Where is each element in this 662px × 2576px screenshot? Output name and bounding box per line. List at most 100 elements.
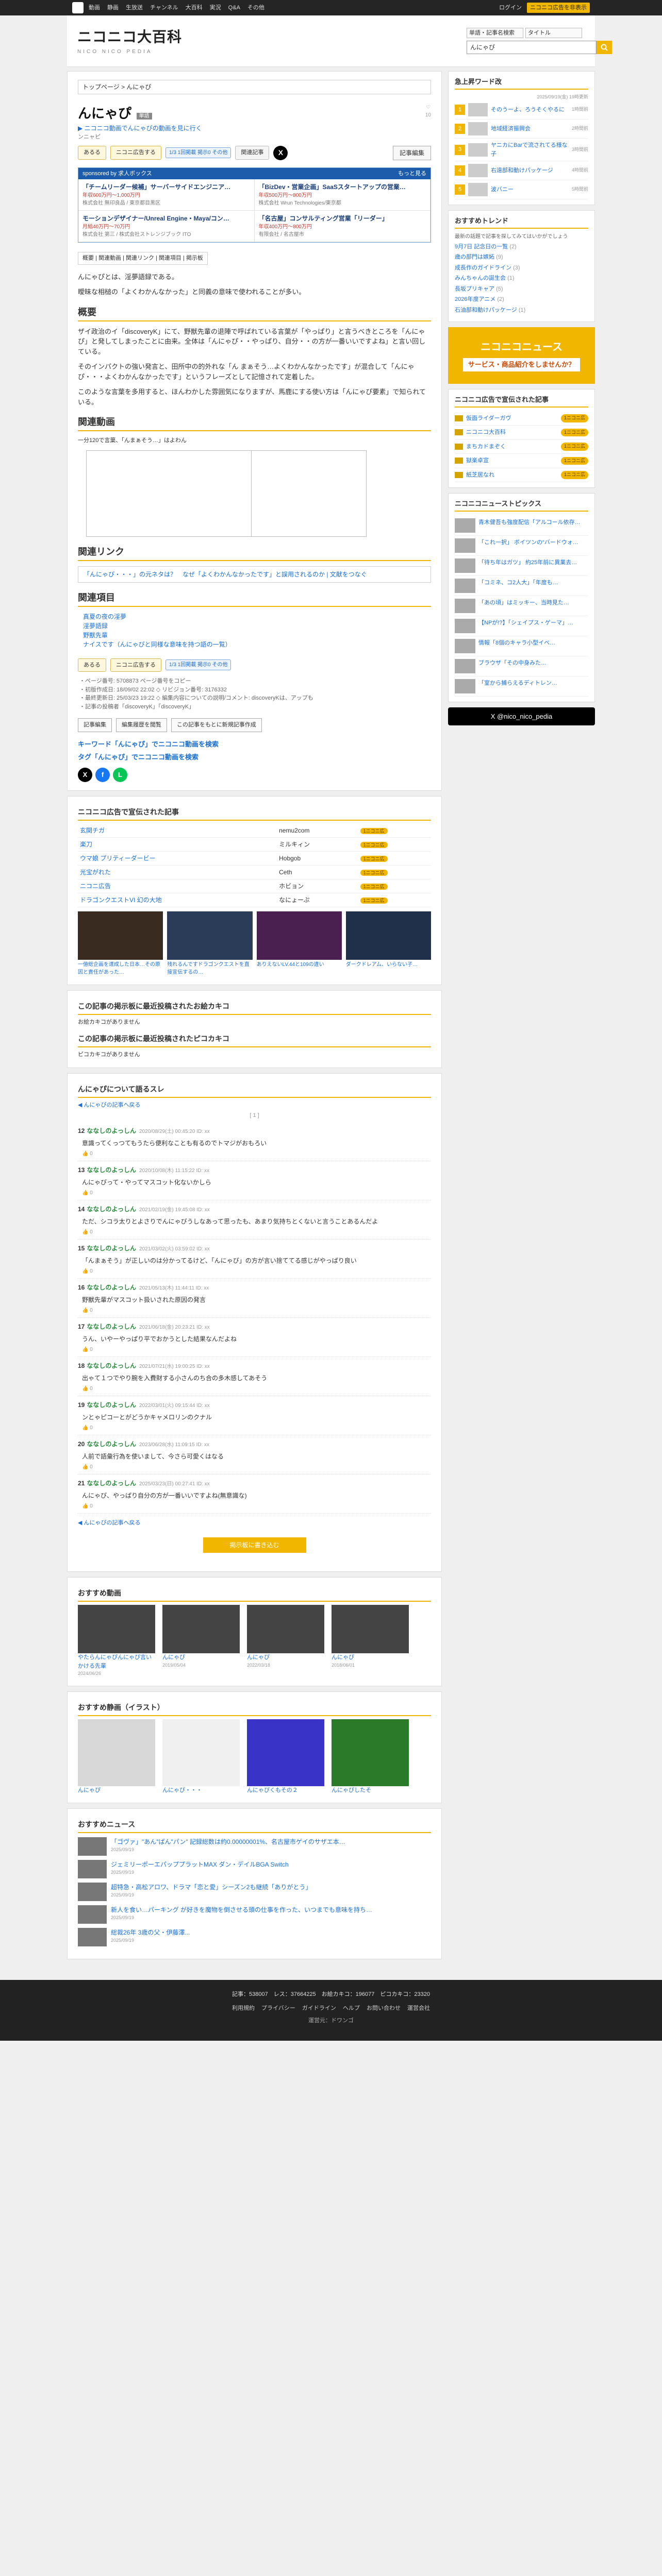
news-item[interactable]: 超特急・高松アロワ、ドラマ「恋と愛」シーズン2も継続「ありがとう」 2025/09… <box>78 1883 431 1901</box>
advertised-thumbnail[interactable]: 残れるんですドラゴンクエストを直接宣伝するの… <box>167 911 253 976</box>
news-item[interactable]: 新人を食い…パーキング が好きを魔物を倒させる頭の仕事を作った、いつまでも意味を… <box>78 1905 431 1924</box>
table-row[interactable]: 楽刀 ミルキィン 1ニコニ広 <box>78 837 431 852</box>
post-number[interactable]: 16 <box>78 1284 85 1291</box>
x-follow-button[interactable]: X @nico_nico_pedia <box>448 707 595 725</box>
search-button[interactable] <box>597 41 612 55</box>
nav-item-other[interactable]: その他 <box>247 4 264 12</box>
adv-article-name[interactable]: 玄関チガ <box>78 823 277 838</box>
table-row[interactable]: ウマ娘 プリティーダービー Hobgob 1ニコニ広 <box>78 851 431 866</box>
job-ad-item[interactable]: 「名古屋」コンサルティング営業「リーダー」 年収400万円～800万円 有限会社 /… <box>254 211 431 242</box>
adv-article-name[interactable]: 光宝がれた <box>78 865 277 879</box>
post-vote[interactable]: 👍 0 <box>82 1502 431 1510</box>
view-history-button[interactable]: 編集履歴を閲覧 <box>116 718 167 732</box>
side-advertised-item[interactable]: 獄楽卓宣 1ニコニ広 <box>455 454 588 468</box>
like-counter[interactable]: ♡ 10 <box>425 104 431 119</box>
job-ad-more-link[interactable]: もっと見る <box>398 170 426 178</box>
job-ad-item[interactable]: モーションデザイナー/Unreal Engine・Maya/コン… 月給40万円～… <box>78 211 255 242</box>
bbs-pager[interactable]: [ 1 ] <box>78 1111 431 1120</box>
search-type-select[interactable]: タイトル <box>525 27 582 39</box>
news-topic-item[interactable]: 「これ一択」 ボイツンの“バードウォ… <box>455 536 588 556</box>
video-link[interactable]: ▶ ニコニコ動画でんにゃぴの動画を見に行く <box>78 124 202 133</box>
post-vote[interactable]: 👍 0 <box>82 1463 431 1471</box>
news-topic-item[interactable]: ブラウザ「その中身みた… <box>455 656 588 676</box>
related-link[interactable]: 「んにゃぴ・・・」の元ネタは？ なぜ「よくわかんなかったです」と誤用されるのか … <box>78 566 431 583</box>
trend-item[interactable]: 9月7日 記念日の一覧 (2) <box>455 243 588 251</box>
trend-item[interactable]: 長坂プリキャア (5) <box>455 285 588 294</box>
recommended-video[interactable]: やたらんにゃぴんにゃぴ言いかける先輩 2024/06/26 <box>78 1605 155 1677</box>
related-item[interactable]: 淫夢語録 <box>83 621 431 631</box>
trend-item[interactable]: 歳の部門は嫉妬 (9) <box>455 253 588 262</box>
search-input[interactable]: んにゃぴ <box>467 41 597 55</box>
post-vote[interactable]: 👍 0 <box>82 1424 431 1432</box>
post-number[interactable]: 17 <box>78 1323 85 1330</box>
like-button[interactable]: あるる <box>78 146 106 160</box>
niconico-logo-icon[interactable] <box>72 2 84 13</box>
advertised-thumbnail[interactable]: ダークドレアム、いらない子… <box>345 911 431 976</box>
adv-article-name[interactable]: ニコニ広告 <box>78 879 277 893</box>
news-topic-item[interactable]: 「コミネ、コ2人大」「年度も… <box>455 576 588 596</box>
advertised-thumbnail[interactable]: 一億総企画を達成した日本…その原因と責任があった… <box>78 911 163 976</box>
table-of-contents[interactable]: 概要 | 関連動画 | 関連リンク | 関連項目 | 掲示板 <box>78 252 208 265</box>
create-new-article-button[interactable]: この記事をもとに新規記事作成 <box>171 718 262 732</box>
table-row[interactable]: 光宝がれた Ceth 1ニコニ広 <box>78 865 431 879</box>
post-number[interactable]: 21 <box>78 1480 85 1487</box>
like-button-bottom[interactable]: あるる <box>78 658 106 672</box>
advertised-thumbnail[interactable]: ありえないLV.44と109の違い <box>256 911 342 976</box>
nav-item-jikkyo[interactable]: 実況 <box>210 4 221 12</box>
post-number[interactable]: 18 <box>78 1362 85 1369</box>
job-ad-item[interactable]: 「チームリーダー候補」サーバーサイドエンジニア… 年収600万円～1,000万円株… <box>78 179 255 211</box>
hot-word-item[interactable]: 5 波バニー 5時間前 <box>455 180 588 199</box>
ad-free-button[interactable]: ニコニコ広告を非表示 <box>527 2 590 13</box>
nav-item-channel[interactable]: チャンネル <box>150 4 178 12</box>
keyword-search-link[interactable]: キーワード「んにゃぴ」でニコニコ動画を検索 <box>78 739 431 750</box>
hot-word-item[interactable]: 1 そのうーよ、ろうそくやるに 1時間前 <box>455 100 588 120</box>
embedded-video[interactable] <box>86 450 367 537</box>
post-number[interactable]: 19 <box>78 1401 85 1409</box>
footer-link[interactable]: 運営会社 <box>407 2005 430 2011</box>
recommended-video[interactable]: んにゃぴ 2018/06/01 <box>332 1605 409 1677</box>
related-item[interactable]: ナイスです（んにゃぴと同様な意味を持つ語の一覧） <box>83 640 431 649</box>
adv-article-name[interactable]: ドラゴンクエストVI 幻の大地 <box>78 893 277 907</box>
nico-ad-button[interactable]: ニコニ広告する <box>110 146 161 160</box>
post-vote[interactable]: 👍 0 <box>82 1385 431 1393</box>
post-vote[interactable]: 👍 0 <box>82 1228 431 1236</box>
hot-word-item[interactable]: 3 ヤニカにBarで流されてる様な子 3時間前 <box>455 139 588 161</box>
login-link[interactable]: ログイン <box>499 4 522 12</box>
write-to-bbs-button[interactable]: 掲示板に書き込む <box>203 1537 306 1553</box>
x-share-icon[interactable]: X <box>273 145 288 160</box>
footer-link[interactable]: ヘルプ <box>343 2005 360 2011</box>
nico-news-ad-banner[interactable]: ニコニコニュース サービス・商品紹介をしませんか？ <box>448 327 595 384</box>
adv-article-name[interactable]: 楽刀 <box>78 837 277 852</box>
post-number[interactable]: 15 <box>78 1245 85 1252</box>
post-vote[interactable]: 👍 0 <box>82 1346 431 1353</box>
recommended-illust[interactable]: んにゃぴくもその２ <box>247 1719 324 1795</box>
post-number[interactable]: 12 <box>78 1127 85 1134</box>
x-share-icon[interactable]: X <box>78 767 92 782</box>
footer-link[interactable]: お問い合わせ <box>367 2005 401 2011</box>
news-topic-item[interactable]: 青木健吾も強度配信「アルコール依存… <box>455 516 588 536</box>
tag-search-link[interactable]: タグ「んにゃぴ」でニコニコ動画を検索 <box>78 752 431 762</box>
facebook-icon[interactable]: f <box>95 767 110 782</box>
footer-link[interactable]: ガイドライン <box>302 2005 336 2011</box>
table-row[interactable]: 玄関チガ nemu2com 1ニコニ広 <box>78 823 431 838</box>
recommended-illust[interactable]: んにゃぴ <box>78 1719 155 1795</box>
news-topic-item[interactable]: 【NPが!?】「シェイプス・ゲーマ」… <box>455 616 588 636</box>
news-topic-item[interactable]: 「待ち年はガツ」 約25年前に異業去… <box>455 556 588 576</box>
footer-link[interactable]: 利用規約 <box>232 2005 255 2011</box>
table-row[interactable]: ニコニ広告 ホビョン 1ニコニ広 <box>78 879 431 893</box>
related-item[interactable]: 真夏の夜の淫夢 <box>83 612 431 621</box>
back-to-article-link[interactable]: ◀ んにゃぴの記事へ戻る <box>78 1101 431 1110</box>
site-logo[interactable]: ニコニコ大百科 NICO NICO PEDIA <box>77 26 452 56</box>
trend-item[interactable]: 成長作のガイドライン (3) <box>455 264 588 273</box>
related-pages-button[interactable]: 関連記事 <box>235 146 270 160</box>
trend-item[interactable]: 2026年度アニメ (2) <box>455 295 588 304</box>
nav-item-live[interactable]: 生放送 <box>126 4 143 12</box>
edit-article-button[interactable]: 記事編集 <box>392 145 431 160</box>
ad-count-badge[interactable]: 1/3 1回掲載 掲示0 その他 <box>166 147 231 158</box>
recommended-illust[interactable]: んにゃぴ・・・ <box>162 1719 240 1795</box>
nav-item-video[interactable]: 動画 <box>89 4 100 12</box>
side-advertised-item[interactable]: ニコニコ大百科 1ニコニ広 <box>455 426 588 440</box>
line-icon[interactable]: L <box>113 767 127 782</box>
related-item[interactable]: 野獣先輩 <box>83 631 431 640</box>
side-advertised-item[interactable]: 紙芝居なれ 1ニコニ広 <box>455 468 588 482</box>
